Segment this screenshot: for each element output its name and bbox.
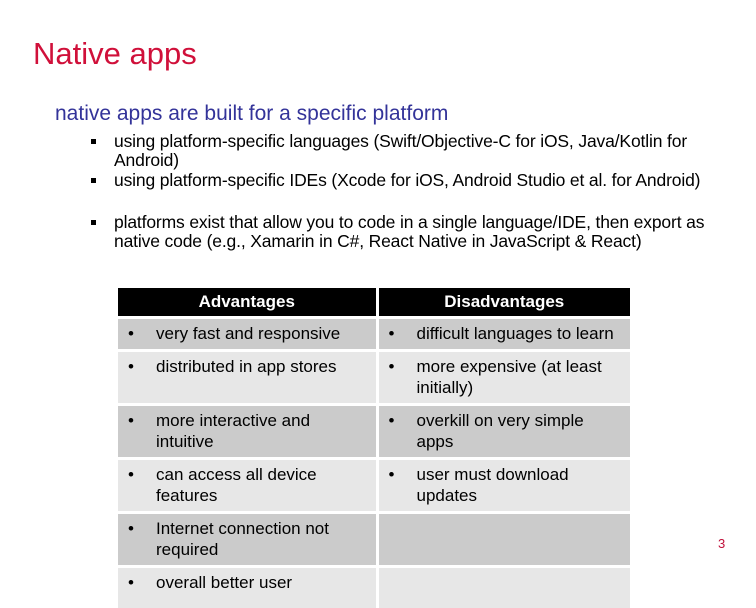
square-bullet-icon [91,220,96,225]
bullet-dot-icon: • [388,410,395,430]
bullet-dot-icon: • [128,356,134,376]
advantage-cell: • Internet connection not required [118,510,379,566]
bullet-dot-icon: • [388,324,395,343]
table-header-row: Advantages Disadvantages [118,288,630,318]
advantage-cell: • very fast and responsive [118,316,379,350]
advantage-text: Internet connection not required [156,518,329,560]
disadvantage-cell [377,510,630,566]
disadvantage-item: • overkill on very simple apps [379,410,623,453]
slide-title: Native apps [33,36,197,71]
disadvantage-text: difficult languages to learn [416,324,614,343]
lead-text: native apps are built for a specific pla… [55,102,449,125]
advantage-text: very fast and responsive [156,324,341,343]
disadvantage-cell [377,564,630,608]
table-row: • more interactive and intuitive • overkill… [118,402,630,458]
bullet-dot-icon: • [388,464,395,484]
bullet-dot-icon: • [128,324,134,343]
advantage-cell: • more interactive and intuitive [118,402,379,458]
disadvantage-item: • more expensive (at least initially) [379,356,623,399]
advantage-item: • more interactive and intuitive [118,410,368,453]
advantage-cell: • can access all device features [118,456,379,512]
disadvantage-cell: • overkill on very simple apps [377,402,630,458]
disadvantage-item: • difficult languages to learn [379,323,623,345]
bullet-item: using platform-specific languages (Swift… [90,132,740,170]
advantage-text: more interactive and intuitive [156,410,311,452]
advantage-item: • Internet connection not required [118,518,368,561]
page-number: 3 [718,536,726,551]
bullet-dot-icon: • [128,410,134,430]
advantage-item: • overall better user [118,572,368,594]
square-bullet-icon [91,139,96,144]
header-disadvantages: Disadvantages [377,288,630,318]
table-row: • very fast and responsive • difficult lang… [118,316,630,350]
header-advantages: Advantages [118,288,379,318]
disadvantage-cell: • user must download updates [377,456,630,512]
bullet-dot-icon: • [388,356,395,376]
table-row: • overall better user [118,564,630,608]
advantage-item: • very fast and responsive [118,323,368,345]
advantage-text: overall better user [156,572,293,592]
disadvantage-text: user must download updates [416,464,569,506]
square-bullet-icon [91,178,96,183]
advantage-cell: • distributed in app stores [118,348,379,404]
bullet-dot-icon: • [128,464,134,484]
bullet-dot-icon: • [128,518,134,538]
advantage-text: distributed in app stores [156,356,337,376]
bullet-dot-icon: • [128,572,134,592]
disadvantage-text: overkill on very simple apps [416,410,584,452]
table-row: • Internet connection not required [118,510,630,566]
table-row: • distributed in app stores • more expensiv… [118,348,630,404]
advantage-item: • distributed in app stores [118,356,368,378]
disadvantage-cell: • difficult languages to learn [377,316,630,350]
advantage-text: can access all device features [156,464,317,506]
disadvantage-cell: • more expensive (at least initially) [377,348,630,404]
disadvantage-text: more expensive (at least initially) [416,356,602,398]
disadvantage-item: • user must download updates [379,464,623,507]
pros-cons-table: Advantages Disadvantages • very fast and … [118,288,630,608]
bullet-item: platforms exist that allow you to code i… [90,213,740,263]
bullet-item: using platform-specific IDEs (Xcode for … [90,171,740,190]
advantage-item: • can access all device features [118,464,368,507]
table-row: • can access all device features • user mus… [118,456,630,512]
advantage-cell: • overall better user [118,564,379,608]
bullet-list: using platform-specific languages (Swift… [90,132,740,263]
